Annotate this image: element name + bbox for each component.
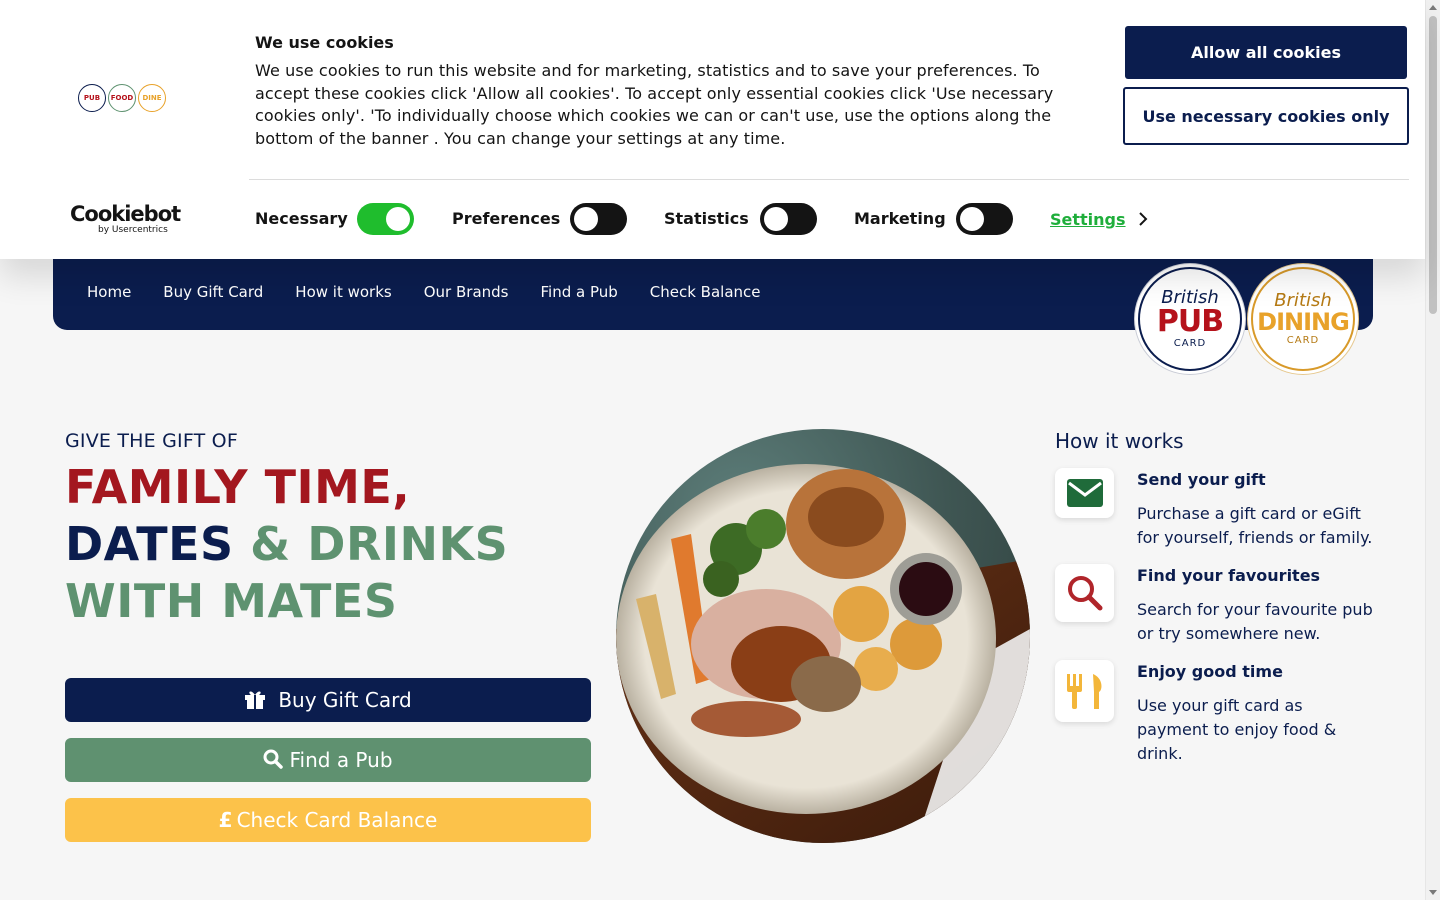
badge-dining-big: DINING (1257, 308, 1350, 336)
cookie-banner: PUB FOOD DINE We use cookies We use cook… (0, 0, 1425, 259)
cookiebot-logo: Cookiebot by Usercentrics (70, 202, 181, 236)
cutlery-icon (1055, 660, 1114, 722)
necessary-toggle[interactable] (357, 203, 414, 235)
toggle-label-preferences: Preferences (452, 209, 561, 228)
pub-card-badge[interactable]: British PUB CARD (1138, 267, 1242, 371)
site-brand-logos: PUB FOOD DINE (78, 84, 166, 112)
hiw-enjoy-heading: Enjoy good time (1137, 662, 1283, 681)
statistics-toggle[interactable] (760, 203, 817, 235)
allow-all-cookies-button[interactable]: Allow all cookies (1125, 26, 1407, 79)
scroll-up-arrow-icon[interactable] (1429, 5, 1437, 10)
page-scrollbar[interactable] (1425, 0, 1440, 900)
cookie-divider (249, 179, 1409, 180)
hiw-find-heading: Find your favourites (1137, 566, 1321, 585)
badge-pub-big: PUB (1156, 304, 1224, 339)
settings-link[interactable]: Settings (1050, 210, 1126, 229)
cookie-body: We use cookies to run this website and f… (255, 61, 1054, 149)
nav-our-brands[interactable]: Our Brands (424, 283, 509, 301)
nav-buy-gift-card[interactable]: Buy Gift Card (163, 283, 263, 301)
buy-gift-card-button[interactable]: Buy Gift Card (65, 678, 591, 722)
pound-icon: £ (218, 808, 233, 832)
envelope-icon (1055, 468, 1114, 518)
nav-find-a-pub[interactable]: Find a Pub (540, 283, 617, 301)
hero-line-1: FAMILY TIME, (65, 460, 411, 514)
necessary-cookies-button[interactable]: Use necessary cookies only (1123, 87, 1409, 145)
hiw-send-heading: Send your gift (1137, 470, 1266, 489)
hiw-enjoy-text: Use your gift card as payment to enjoy f… (1137, 696, 1337, 763)
chevron-right-icon[interactable] (1138, 212, 1148, 226)
roast-dinner-image (616, 429, 1030, 843)
hiw-find-text: Search for your favourite pub or try som… (1137, 600, 1373, 643)
hero-line-3: WITH MATES (65, 574, 398, 628)
hero-line-2: DATES & DRINKS (65, 517, 508, 571)
hero-line-2-a: DATES (65, 517, 234, 571)
find-a-pub-label: Find a Pub (289, 748, 393, 772)
nav-check-balance[interactable]: Check Balance (650, 283, 761, 301)
toggle-knob (386, 207, 410, 231)
toggle-knob (960, 207, 984, 231)
toggle-knob (764, 207, 788, 231)
cookiebot-brand-main: Cookiebot (70, 202, 181, 226)
toggle-label-marketing: Marketing (854, 209, 946, 228)
badge-pub-card: CARD (1173, 338, 1207, 349)
hiw-send-text: Purchase a gift card or eGift for yourse… (1137, 504, 1373, 547)
gift-icon (244, 689, 266, 712)
cookie-title: We use cookies (255, 33, 394, 52)
check-card-balance-button[interactable]: £ Check Card Balance (65, 798, 591, 842)
search-icon (1055, 564, 1114, 622)
scroll-down-arrow-icon[interactable] (1429, 890, 1437, 895)
hero-line-2-b: & DRINKS (250, 517, 509, 571)
cookiebot-brand-sub: by Usercentrics (98, 225, 168, 235)
check-card-balance-label: Check Card Balance (236, 808, 438, 832)
food-logo-icon: FOOD (108, 84, 136, 112)
marketing-toggle[interactable] (956, 203, 1013, 235)
toggle-label-statistics: Statistics (664, 209, 749, 228)
pub-logo-icon: PUB (78, 84, 106, 112)
dining-card-badge[interactable]: British DINING CARD (1251, 267, 1355, 371)
hero-eyebrow: GIVE THE GIFT OF (65, 430, 238, 452)
nav-home[interactable]: Home (87, 283, 131, 301)
find-a-pub-button[interactable]: Find a Pub (65, 738, 591, 782)
buy-gift-card-label: Buy Gift Card (278, 688, 412, 712)
badge-dining-card: CARD (1286, 335, 1320, 346)
nav-how-it-works[interactable]: How it works (295, 283, 391, 301)
dining-logo-icon: DINE (138, 84, 166, 112)
nav-links: Home Buy Gift Card How it works Our Bran… (87, 283, 793, 301)
search-icon (263, 749, 284, 772)
how-it-works-title: How it works (1055, 429, 1184, 453)
scroll-thumb[interactable] (1429, 16, 1437, 314)
toggle-label-necessary: Necessary (255, 209, 348, 228)
toggle-knob (574, 207, 598, 231)
preferences-toggle[interactable] (570, 203, 627, 235)
